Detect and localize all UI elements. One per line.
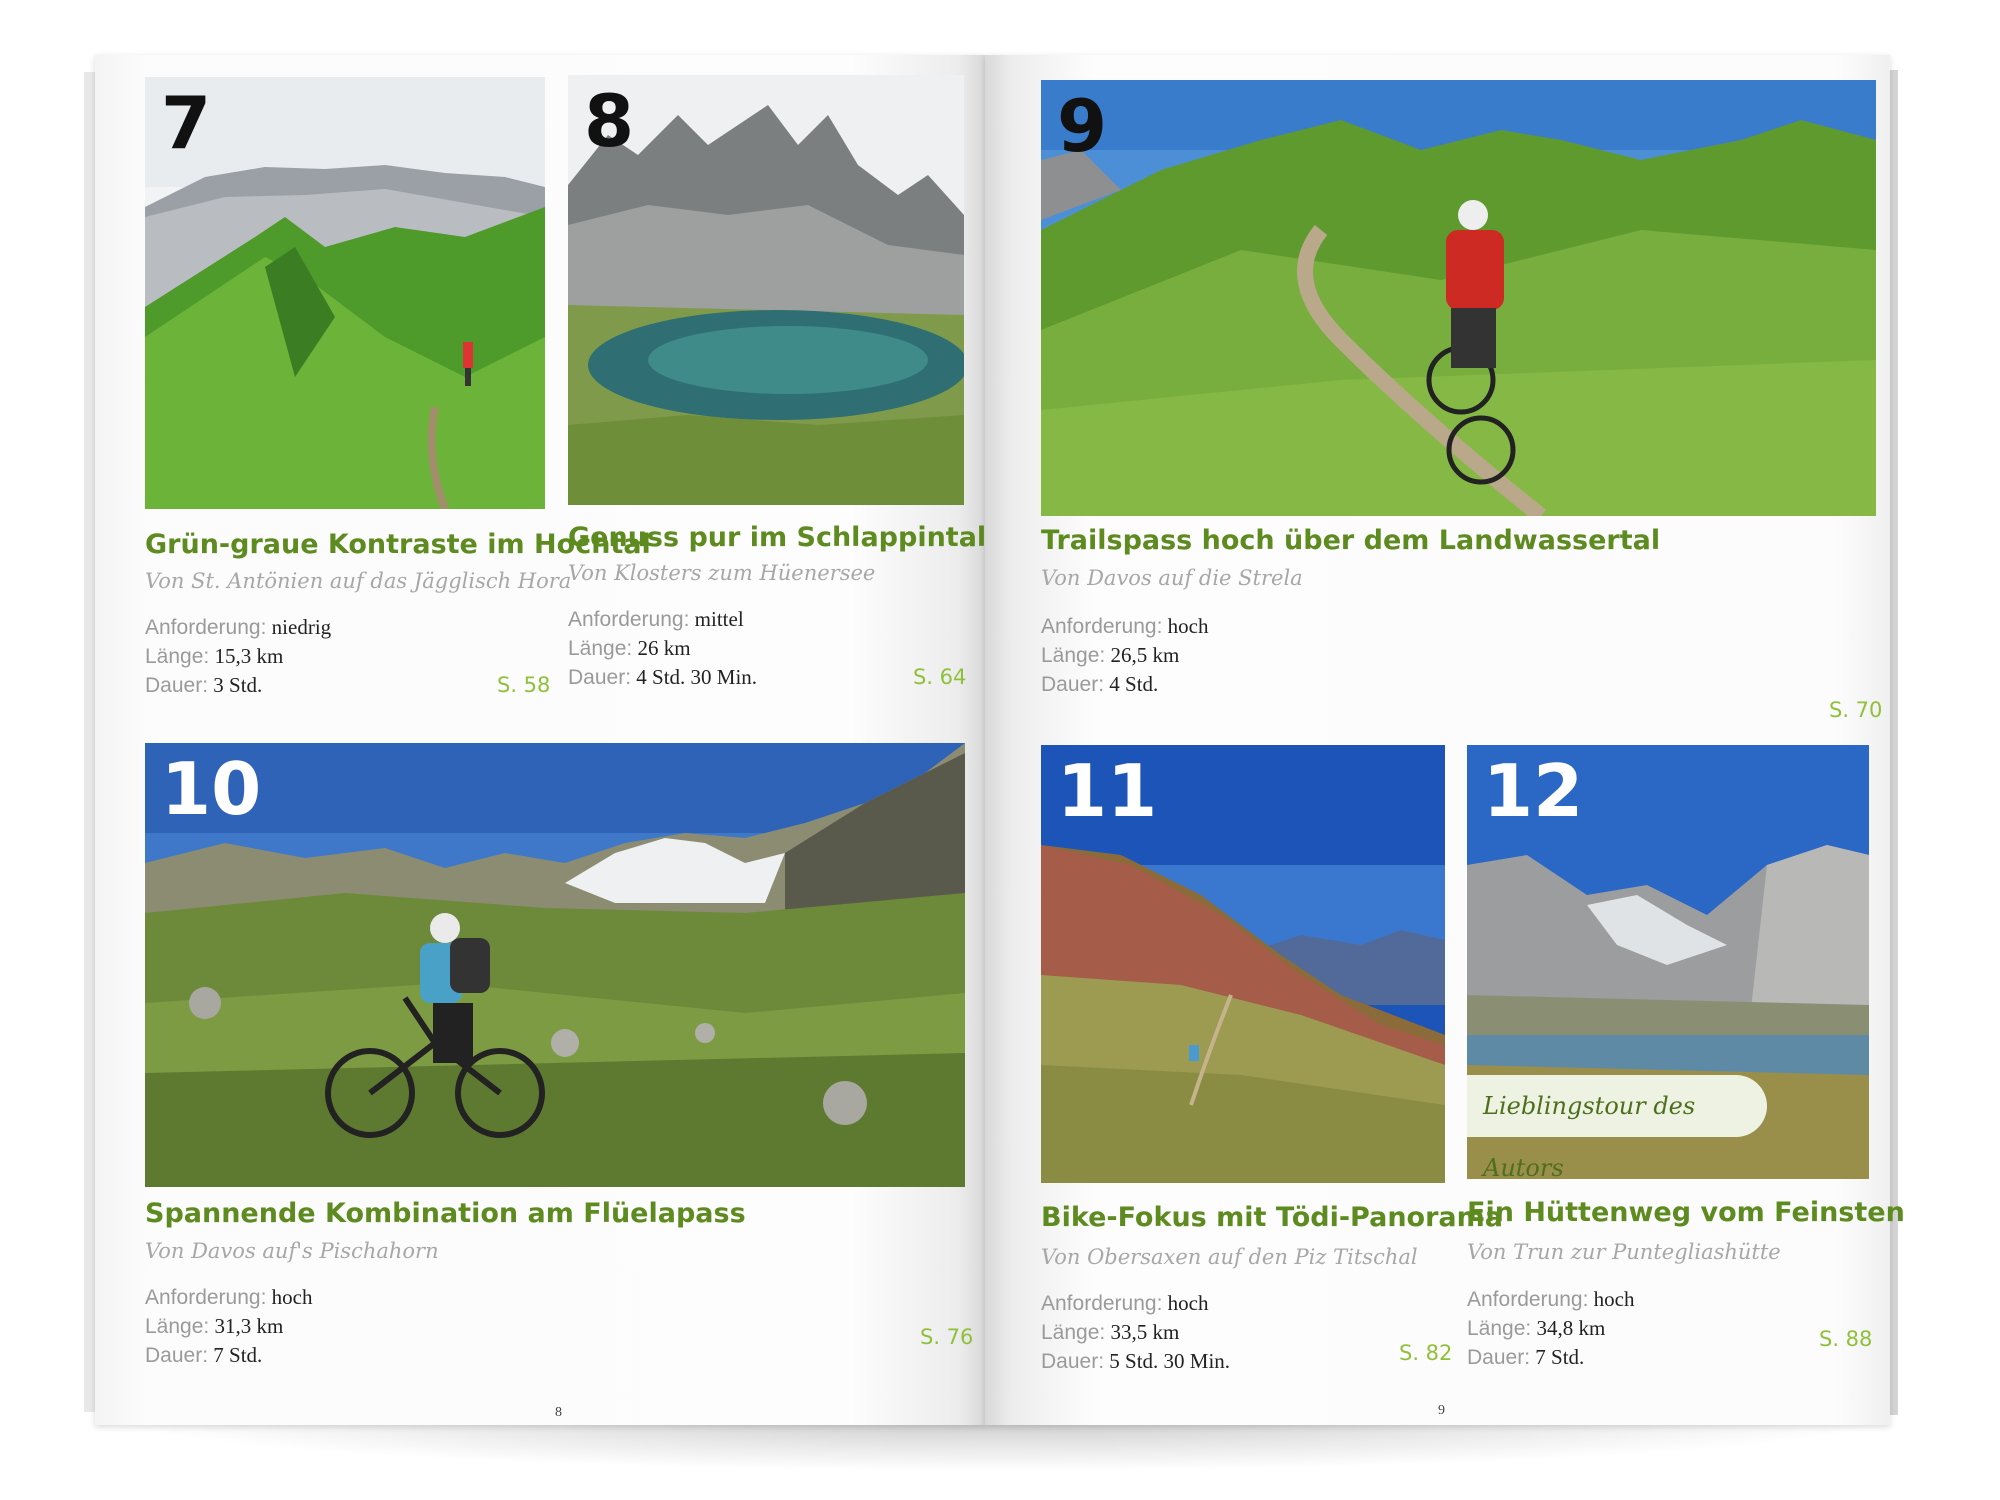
- label-dauer: Dauer:: [1041, 1350, 1105, 1373]
- page-number-left: 8: [555, 1405, 562, 1420]
- tour-info-8: Anforderung: mittel Länge: 26 km Dauer: …: [568, 605, 757, 692]
- tour-photo-10: 10: [145, 743, 965, 1187]
- tour-page-ref-10[interactable]: S. 76: [920, 1325, 973, 1349]
- tour-page-ref-12[interactable]: S. 88: [1819, 1327, 1872, 1351]
- tour-subtitle-9: Von Davos auf die Strela: [1041, 566, 1303, 590]
- tour-title-9: Trailspass hoch über dem Landwassertal: [1041, 525, 1661, 556]
- value-laenge: 26,5 km: [1110, 643, 1180, 667]
- tour-number-10: 10: [161, 747, 262, 831]
- value-anforderung: hoch: [271, 1285, 313, 1309]
- label-dauer: Dauer:: [1041, 673, 1105, 696]
- right-page: 9 Trailspass hoch über dem Landwassertal…: [985, 55, 1905, 1425]
- value-anforderung: niedrig: [271, 615, 332, 639]
- value-anforderung: hoch: [1593, 1287, 1635, 1311]
- label-laenge: Länge:: [568, 637, 633, 660]
- tour-photo-12: 12 Lieblingstour des Autors: [1467, 745, 1869, 1179]
- label-laenge: Länge:: [145, 645, 210, 668]
- value-dauer: 7 Std.: [1535, 1345, 1585, 1369]
- tour-page-ref-8[interactable]: S. 64: [913, 665, 966, 689]
- tour-number-9: 9: [1057, 84, 1108, 168]
- label-anforderung: Anforderung:: [145, 616, 267, 639]
- tour-info-12: Anforderung: hoch Länge: 34,8 km Dauer: …: [1467, 1285, 1635, 1372]
- tour-number-8: 8: [584, 79, 635, 163]
- label-laenge: Länge:: [1467, 1317, 1532, 1340]
- value-dauer: 5 Std. 30 Min.: [1109, 1349, 1231, 1373]
- label-anforderung: Anforderung:: [1041, 615, 1163, 638]
- label-dauer: Dauer:: [145, 1344, 209, 1367]
- tour-info-9: Anforderung: hoch Länge: 26,5 km Dauer: …: [1041, 612, 1209, 699]
- label-dauer: Dauer:: [568, 666, 632, 689]
- tour-subtitle-11: Von Obersaxen auf den Piz Titschal: [1041, 1245, 1418, 1269]
- tour-info-7: Anforderung: niedrig Länge: 15,3 km Daue…: [145, 613, 331, 700]
- left-page: 7 Grün-graue Kontraste im Hochtal Von St…: [95, 55, 987, 1425]
- label-laenge: Länge:: [145, 1315, 210, 1338]
- tour-photo-8: 8: [568, 75, 964, 505]
- tour-subtitle-8: Von Klosters zum Hüenersee: [568, 561, 876, 585]
- value-dauer: 4 Std. 30 Min.: [636, 665, 758, 689]
- tour-page-ref-7[interactable]: S. 58: [497, 673, 550, 697]
- value-anforderung: mittel: [694, 607, 744, 631]
- tour-number-11: 11: [1057, 749, 1158, 833]
- value-laenge: 15,3 km: [214, 644, 284, 668]
- tour-subtitle-12: Von Trun zur Punteglias­hütte: [1467, 1240, 1781, 1264]
- label-dauer: Dauer:: [1467, 1346, 1531, 1369]
- tour-subtitle-7: Von St. Antönien auf das Jägglisch Hora: [145, 569, 572, 593]
- tour-page-ref-11[interactable]: S. 82: [1399, 1341, 1452, 1365]
- value-dauer: 4 Std.: [1109, 672, 1159, 696]
- tour-info-11: Anforderung: hoch Länge: 33,5 km Dauer: …: [1041, 1289, 1230, 1376]
- label-anforderung: Anforderung:: [568, 608, 690, 631]
- tour-number-12: 12: [1483, 749, 1584, 833]
- value-laenge: 34,8 km: [1536, 1316, 1606, 1340]
- tour-title-11: Bike-Fokus mit Tödi-Panorama: [1041, 1202, 1503, 1233]
- tour-photo-7: 7: [145, 77, 545, 509]
- tour-subtitle-10: Von Davos auf's Pischahorn: [145, 1239, 439, 1263]
- label-anforderung: Anforderung:: [1467, 1288, 1589, 1311]
- tour-info-10: Anforderung: hoch Länge: 31,3 km Dauer: …: [145, 1283, 313, 1370]
- tour-title-10: Spannende Kombination am Flüelapass: [145, 1198, 746, 1229]
- label-anforderung: Anforderung:: [1041, 1292, 1163, 1315]
- value-anforderung: hoch: [1167, 1291, 1209, 1315]
- label-anforderung: Anforderung:: [145, 1286, 267, 1309]
- tour-title-8: Genuss pur im Schlappintal: [568, 522, 987, 553]
- value-laenge: 33,5 km: [1110, 1320, 1180, 1344]
- tour-photo-11: 11: [1041, 745, 1445, 1183]
- tour-photo-9: 9: [1041, 80, 1876, 516]
- favorite-tour-badge: Lieblingstour des Autors: [1467, 1075, 1767, 1179]
- value-dauer: 7 Std.: [213, 1343, 263, 1367]
- value-laenge: 26 km: [637, 636, 691, 660]
- tour-page-ref-9[interactable]: S. 70: [1829, 698, 1882, 722]
- value-laenge: 31,3 km: [214, 1314, 284, 1338]
- label-laenge: Länge:: [1041, 644, 1106, 667]
- value-anforderung: hoch: [1167, 614, 1209, 638]
- label-dauer: Dauer:: [145, 674, 209, 697]
- label-laenge: Länge:: [1041, 1321, 1106, 1344]
- tour-number-7: 7: [161, 81, 212, 165]
- tour-title-12: Ein Hüttenweg vom Feinsten: [1467, 1197, 1905, 1228]
- value-dauer: 3 Std.: [213, 673, 263, 697]
- page-number-right: 9: [1438, 1403, 1445, 1418]
